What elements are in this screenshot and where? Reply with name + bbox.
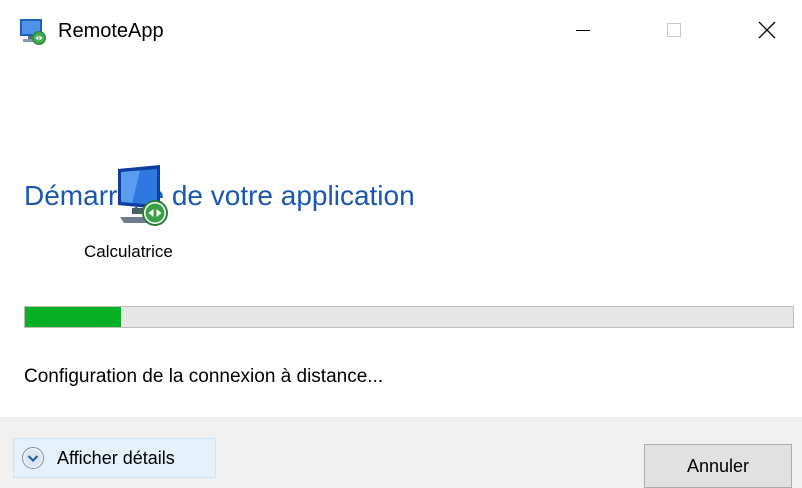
title-bar: RemoteApp bbox=[0, 0, 802, 60]
progress-bar bbox=[24, 306, 794, 328]
progress-bar-fill bbox=[25, 307, 121, 327]
dialog-footer: Afficher détails Annuler bbox=[0, 417, 802, 488]
application-name: Calculatrice bbox=[84, 242, 173, 261]
minimize-icon bbox=[576, 30, 590, 31]
cancel-label: Annuler bbox=[686, 456, 750, 476]
cancel-button[interactable]: Annuler bbox=[644, 444, 792, 488]
remoteapp-icon bbox=[20, 19, 46, 45]
status-text: Configuration de la connexion à distance… bbox=[24, 366, 384, 387]
maximize-icon bbox=[667, 23, 681, 37]
show-details-button[interactable]: Afficher détails bbox=[13, 438, 216, 478]
remote-computer-icon bbox=[118, 165, 168, 226]
minimize-button[interactable] bbox=[552, 0, 614, 60]
close-button[interactable] bbox=[736, 0, 798, 60]
show-details-label: Afficher détails bbox=[57, 448, 175, 468]
close-icon bbox=[758, 21, 776, 39]
window-title: RemoteApp bbox=[58, 20, 164, 42]
remoteapp-window: RemoteApp Démarrage de votre application bbox=[0, 0, 802, 488]
maximize-button[interactable] bbox=[643, 0, 705, 60]
page-heading: Démarrage de votre application bbox=[24, 180, 415, 211]
chevron-down-circle-icon bbox=[22, 447, 44, 469]
